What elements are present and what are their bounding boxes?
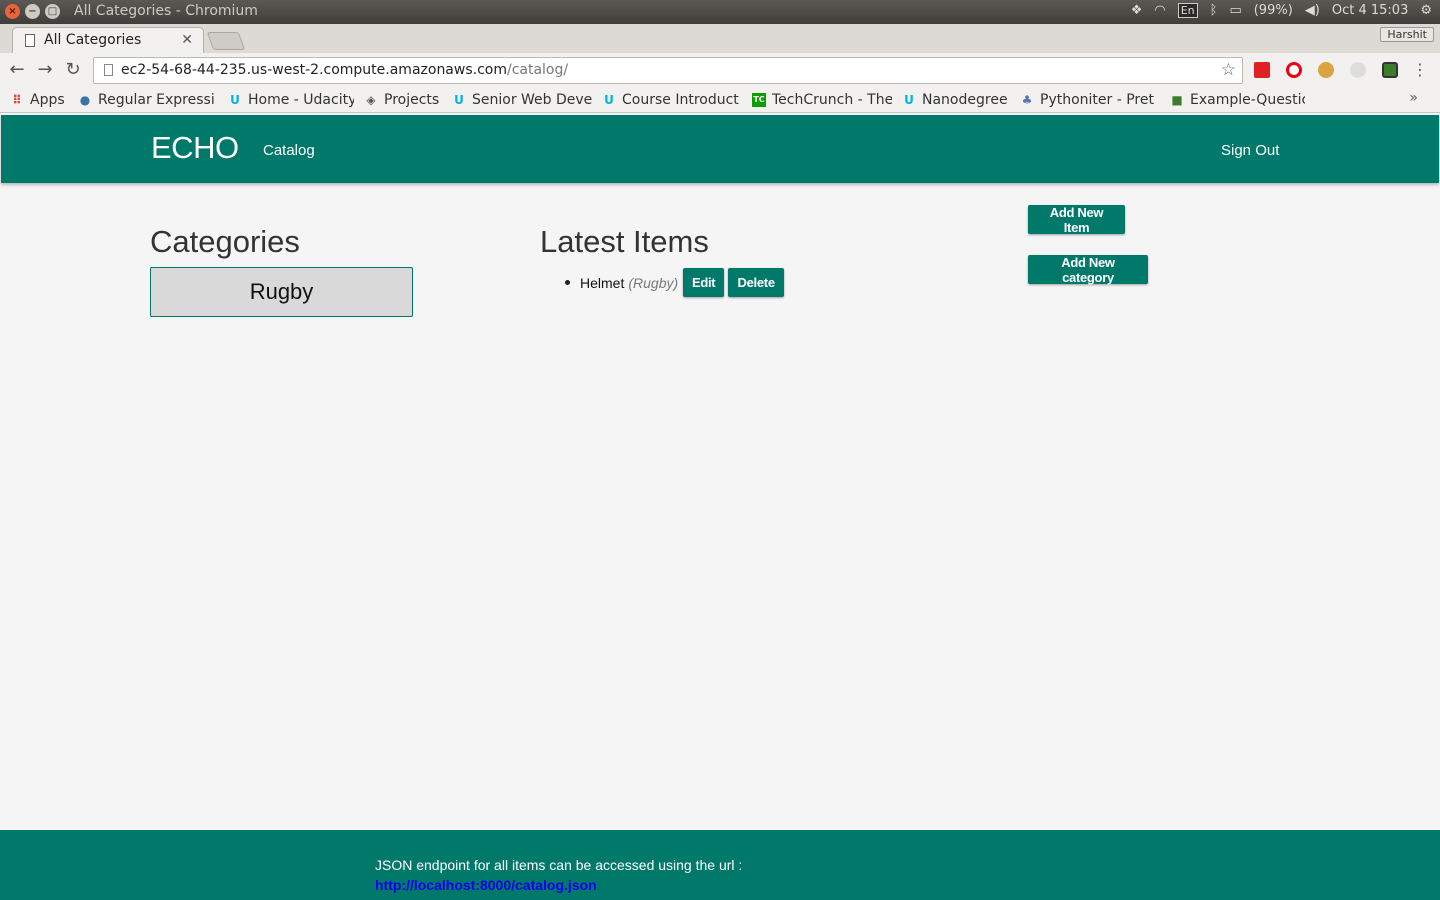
shield-icon: ◈ bbox=[366, 92, 376, 107]
bookmark-label: Nanodegree bbox=[922, 91, 1008, 108]
page-icon bbox=[25, 34, 35, 47]
bookmarks-bar: ⠿ Apps ● Regular Expressi U Home - Udacity ◈ Pr… bbox=[0, 88, 1440, 113]
url-host: ec2-54-68-44-235.us-west-2.compute.amazo… bbox=[121, 62, 507, 78]
system-tray: ❖ ◠ En ᛒ ▭ (99%) ◀) Oct 4 15:03 ⚙ bbox=[1131, 3, 1432, 18]
bookmark-label: Apps bbox=[30, 91, 65, 108]
category-rugby[interactable]: Rugby bbox=[150, 267, 413, 317]
pythoniter-icon: ♣ bbox=[1021, 92, 1033, 107]
add-new-category-button[interactable]: Add New category bbox=[1028, 255, 1148, 285]
cookie-icon[interactable] bbox=[1318, 62, 1334, 78]
udacity-icon: U bbox=[604, 92, 614, 107]
edit-button[interactable]: Edit bbox=[683, 268, 725, 297]
forward-arrow-icon[interactable]: → bbox=[35, 61, 55, 79]
site-footer: JSON endpoint for all items can be acces… bbox=[0, 830, 1440, 900]
bookmark-label: TechCrunch - The bbox=[772, 91, 892, 108]
item-name[interactable]: Helmet bbox=[580, 275, 624, 291]
battery-icon[interactable]: ▭ bbox=[1229, 3, 1241, 18]
clock[interactable]: Oct 4 15:03 bbox=[1332, 3, 1408, 18]
bookmark-label: Example-Questic bbox=[1190, 91, 1305, 108]
back-arrow-icon[interactable]: ← bbox=[7, 61, 27, 79]
site-navbar: ECHO Catalog Sign Out bbox=[1, 115, 1439, 183]
bookmark-item[interactable]: U Course Introduct bbox=[592, 88, 742, 111]
battery-percentage: (99%) bbox=[1253, 3, 1293, 18]
dropbox-icon[interactable]: ❖ bbox=[1131, 3, 1143, 18]
window-maximize-icon[interactable]: □ bbox=[45, 4, 60, 19]
page-info-icon[interactable] bbox=[104, 64, 113, 76]
bookmark-label: Home - Udacity bbox=[248, 91, 354, 108]
udacity-icon: U bbox=[904, 92, 914, 107]
item-category: (Rugby) bbox=[628, 274, 679, 291]
bookmark-extension-icon[interactable] bbox=[1254, 62, 1270, 78]
browser-toolbar: ← → ↻ ec2-54-68-44-235.us-west-2.compute… bbox=[0, 53, 1440, 88]
bullet bbox=[565, 280, 570, 285]
bookmark-star-icon[interactable]: ☆ bbox=[1221, 60, 1236, 80]
window-close-icon[interactable]: × bbox=[5, 4, 20, 19]
volume-icon[interactable]: ◀) bbox=[1305, 3, 1320, 18]
categories-heading: Categories bbox=[150, 224, 300, 259]
tab-title: All Categories bbox=[44, 32, 142, 48]
python-icon: ● bbox=[79, 92, 91, 107]
window-minimize-icon[interactable]: − bbox=[25, 4, 40, 19]
extension-gear-icon[interactable] bbox=[1350, 62, 1366, 78]
url-path: /catalog/ bbox=[506, 62, 569, 78]
os-title-bar: × − □ All Categories - Chromium ❖ ◠ En ᛒ… bbox=[0, 0, 1440, 24]
bookmark-label: Senior Web Deve bbox=[472, 91, 592, 108]
tab-close-icon[interactable]: ✕ bbox=[181, 32, 193, 48]
bookmark-item[interactable]: ⠿ Apps bbox=[0, 88, 68, 111]
tab-strip: All Categories ✕ Harshit bbox=[0, 24, 1440, 54]
bookmark-item[interactable]: ■ Example-Questic bbox=[1160, 88, 1305, 111]
bookmark-item[interactable]: ● Regular Expressi bbox=[68, 88, 218, 111]
profile-button[interactable]: Harshit bbox=[1380, 27, 1434, 42]
menu-dots-icon[interactable]: ⋮ bbox=[1412, 61, 1428, 79]
wifi-icon[interactable]: ◠ bbox=[1154, 3, 1165, 18]
brand-logo[interactable]: ECHO bbox=[151, 130, 239, 166]
bookmark-label: Projects bbox=[384, 91, 440, 108]
bookmarks-overflow-icon[interactable]: » bbox=[1409, 90, 1418, 106]
delete-button[interactable]: Delete bbox=[728, 268, 785, 297]
monitor-icon[interactable] bbox=[1382, 62, 1398, 78]
list-item: Helmet (Rugby) Edit Delete bbox=[565, 268, 785, 297]
leaf-icon: ■ bbox=[1171, 92, 1183, 107]
bookmark-label: Regular Expressi bbox=[98, 91, 215, 108]
json-endpoint-link[interactable]: http://localhost:8000/catalog.json bbox=[375, 877, 597, 893]
latest-items-list: Helmet (Rugby) Edit Delete bbox=[565, 268, 785, 297]
bluetooth-icon[interactable]: ᛒ bbox=[1210, 3, 1218, 18]
bookmark-label: Pythoniter - Pret bbox=[1040, 91, 1154, 108]
techcrunch-icon: TC bbox=[752, 92, 766, 107]
sign-out-link[interactable]: Sign Out bbox=[1221, 142, 1279, 159]
tab-all-categories[interactable]: All Categories ✕ bbox=[12, 27, 204, 54]
add-new-item-button[interactable]: Add New Item bbox=[1028, 205, 1125, 235]
latest-items-heading: Latest Items bbox=[540, 224, 709, 259]
gear-icon[interactable]: ⚙ bbox=[1420, 3, 1432, 18]
udacity-icon: U bbox=[454, 92, 464, 107]
window-title: All Categories - Chromium bbox=[74, 3, 258, 19]
keyboard-layout-indicator[interactable]: En bbox=[1177, 3, 1198, 18]
nav-catalog-link[interactable]: Catalog bbox=[263, 142, 315, 159]
bookmark-item[interactable]: U Home - Udacity bbox=[218, 88, 354, 111]
new-tab-button[interactable] bbox=[206, 32, 246, 50]
reload-icon[interactable]: ↻ bbox=[63, 61, 83, 79]
opera-icon[interactable] bbox=[1286, 62, 1302, 78]
bookmark-item[interactable]: U Senior Web Deve bbox=[442, 88, 592, 111]
udacity-icon: U bbox=[230, 92, 240, 107]
address-bar[interactable]: ec2-54-68-44-235.us-west-2.compute.amazo… bbox=[93, 57, 1243, 84]
bookmark-item[interactable]: TC TechCrunch - The bbox=[742, 88, 892, 111]
apps-grid-icon: ⠿ bbox=[12, 92, 22, 107]
bookmark-item[interactable]: ♣ Pythoniter - Pret bbox=[1010, 88, 1160, 111]
bookmark-item[interactable]: U Nanodegree bbox=[892, 88, 1010, 111]
bookmark-item[interactable]: ◈ Projects bbox=[354, 88, 442, 111]
footer-text: JSON endpoint for all items can be acces… bbox=[375, 857, 743, 873]
bookmark-label: Course Introduct bbox=[622, 91, 739, 108]
